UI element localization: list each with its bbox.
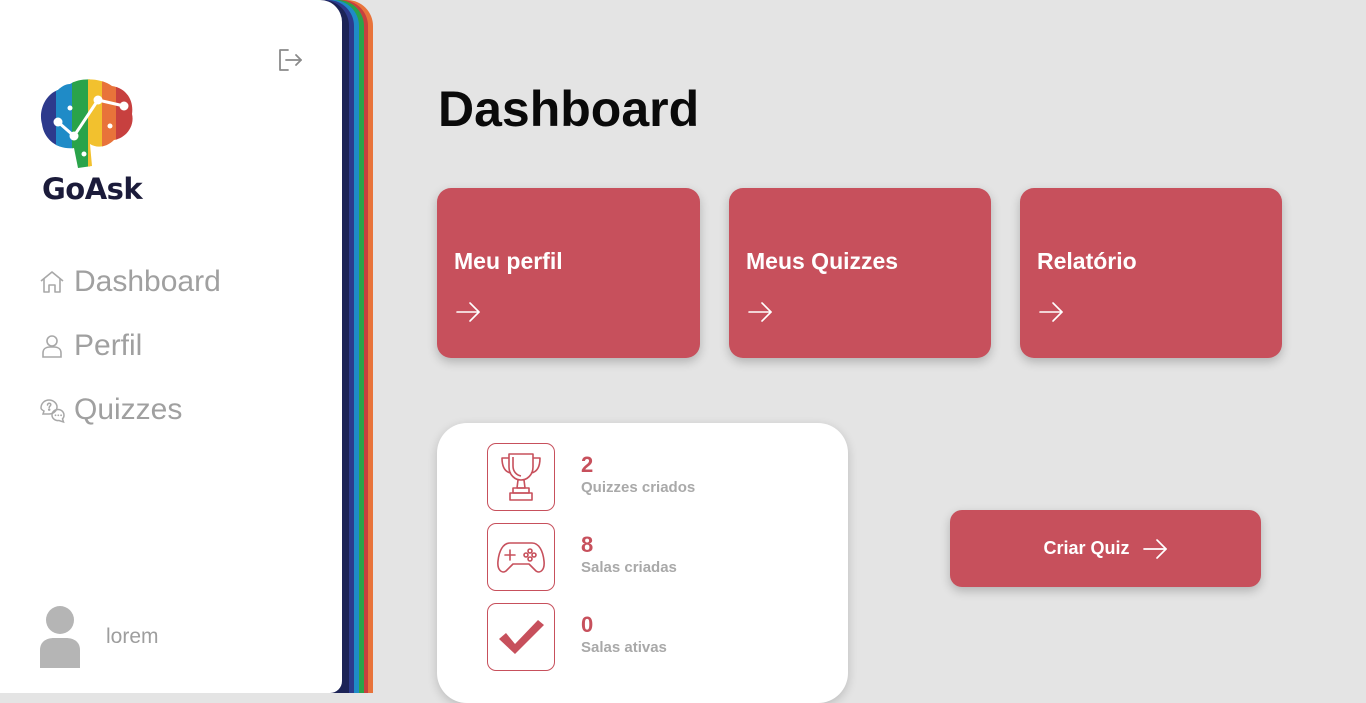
- card-relatorio[interactable]: Relatório: [1020, 188, 1282, 358]
- home-icon: [40, 271, 64, 293]
- trophy-icon: [501, 453, 541, 501]
- stat-salas-ativas: 0 Salas ativas: [487, 603, 667, 671]
- arrow-right-icon: [1142, 538, 1167, 559]
- stat-label: Salas criadas: [581, 559, 677, 576]
- criar-quiz-label: Criar Quiz: [1043, 538, 1130, 558]
- user-name: lorem: [106, 625, 159, 648]
- stat-text: 8 Salas criadas: [581, 532, 677, 578]
- stat-value: 8: [581, 532, 594, 557]
- stat-label: Salas ativas: [581, 639, 667, 656]
- arrow-right-icon: [748, 302, 772, 322]
- stat-label: Quizzes criados: [581, 479, 696, 496]
- stat-value: 2: [581, 452, 594, 477]
- brain-logo-icon: [40, 79, 133, 168]
- logout-icon[interactable]: [276, 46, 304, 74]
- page-title: Dashboard: [438, 81, 700, 137]
- chat-question-icon: [40, 399, 65, 424]
- card-meu-perfil[interactable]: Meu perfil: [437, 188, 700, 358]
- arrow-right-icon: [1039, 302, 1063, 322]
- stat-quizzes-criados: 2 Quizzes criados: [487, 443, 695, 511]
- sidebar-item-label: Dashboard: [74, 265, 221, 298]
- stat-text: 0 Salas ativas: [581, 612, 667, 658]
- sidebar-item-perfil[interactable]: Perfil: [38, 314, 221, 378]
- sidebar: GoAsk Dashboard Perfil Quizzes lorem: [0, 0, 342, 693]
- gamepad-icon: [497, 542, 545, 573]
- card-meus-quizzes[interactable]: Meus Quizzes: [729, 188, 991, 358]
- brand-name: GoAsk: [42, 172, 143, 206]
- user-icon: [42, 335, 62, 358]
- card-title: Meu perfil: [454, 248, 563, 274]
- stat-salas-criadas: 8 Salas criadas: [487, 523, 677, 591]
- stats-panel: 2 Quizzes criados 8 Salas criadas 0 Sala…: [437, 423, 848, 703]
- sidebar-item-label: Perfil: [74, 329, 143, 362]
- stat-icon-box: [487, 443, 555, 511]
- stat-value: 0: [581, 612, 594, 637]
- arrow-right-icon: [456, 302, 480, 322]
- card-title: Relatório: [1037, 248, 1137, 274]
- check-icon: [499, 620, 544, 654]
- user-profile[interactable]: lorem: [38, 606, 159, 668]
- card-title: Meus Quizzes: [746, 248, 899, 274]
- sidebar-item-quizzes[interactable]: Quizzes: [38, 378, 221, 442]
- sidebar-item-label: Quizzes: [74, 393, 183, 426]
- sidebar-item-dashboard[interactable]: Dashboard: [38, 250, 221, 314]
- sidebar-nav: Dashboard Perfil Quizzes: [38, 250, 221, 442]
- stat-icon-box: [487, 603, 555, 671]
- stat-icon-box: [487, 523, 555, 591]
- avatar-icon: [40, 606, 80, 668]
- criar-quiz-button[interactable]: Criar Quiz: [950, 510, 1261, 587]
- stat-text: 2 Quizzes criados: [581, 452, 695, 498]
